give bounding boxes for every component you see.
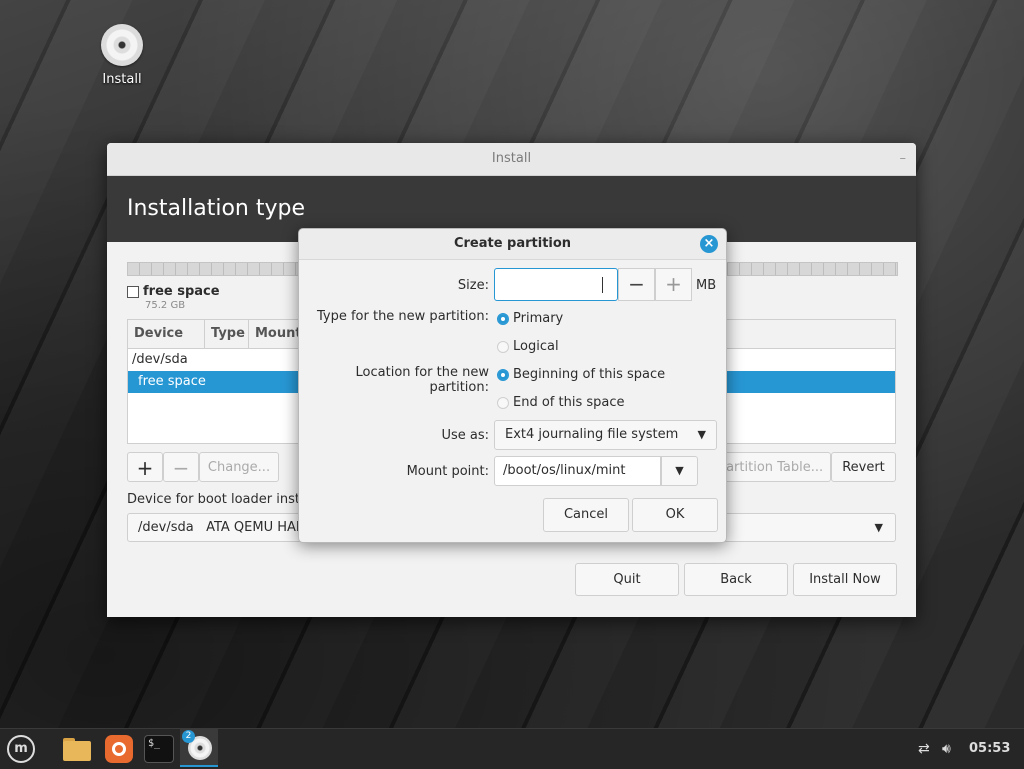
column-type[interactable]: Type: [205, 320, 249, 348]
revert-button[interactable]: Revert: [831, 452, 896, 482]
install-now-button[interactable]: Install Now: [793, 563, 897, 596]
radio-unselected-icon: [497, 340, 509, 353]
bootloader-label: Device for boot loader instal: [127, 492, 312, 507]
bootloader-value: /dev/sda ATA QEMU HAR: [138, 520, 305, 535]
size-increase-button[interactable]: +: [655, 268, 692, 301]
terminal-launcher[interactable]: $_: [143, 733, 175, 765]
files-launcher[interactable]: [62, 733, 94, 765]
new-partition-table-button[interactable]: Partition Table...: [711, 452, 831, 482]
mount-point-input[interactable]: /boot/os/linux/mint: [494, 456, 661, 486]
minimize-button[interactable]: –: [900, 143, 907, 175]
size-input[interactable]: [494, 268, 618, 301]
mount-point-label: Mount point:: [406, 464, 489, 479]
back-button[interactable]: Back: [684, 563, 788, 596]
legend-size: 75.2 GB: [145, 300, 186, 311]
firefox-launcher[interactable]: [103, 733, 135, 765]
install-task-button[interactable]: 2: [180, 729, 218, 767]
desktop-install-icon[interactable]: Install: [98, 24, 146, 87]
add-partition-button[interactable]: +: [127, 452, 163, 482]
type-label: Type for the new partition:: [316, 309, 489, 324]
create-partition-dialog: Create partition × Size: − + MB Type for…: [298, 228, 727, 543]
column-device[interactable]: Device: [128, 320, 205, 348]
chevron-down-icon: ▼: [697, 428, 706, 441]
remove-partition-button[interactable]: −: [163, 452, 199, 482]
use-as-label: Use as:: [441, 428, 489, 443]
change-partition-button[interactable]: Change...: [199, 452, 279, 482]
radio-label: Primary: [513, 311, 564, 326]
network-icon[interactable]: ⇄: [918, 729, 930, 769]
window-title: Install: [491, 151, 532, 166]
location-label: Location for the new partition:: [355, 365, 489, 395]
dialog-title: Create partition: [453, 236, 572, 251]
use-as-value: Ext4 journaling file system: [505, 427, 679, 442]
taskbar: m $_ 2 ⇄ 🔊︎ 05:53: [0, 728, 1024, 769]
quit-button[interactable]: Quit: [575, 563, 679, 596]
radio-unselected-icon: [497, 396, 509, 409]
close-icon[interactable]: ×: [700, 235, 718, 253]
chevron-down-icon: ▼: [874, 521, 883, 534]
text-caret: [602, 277, 603, 293]
dialog-titlebar[interactable]: Create partition ×: [299, 229, 726, 260]
radio-label: End of this space: [513, 395, 625, 410]
ok-button[interactable]: OK: [632, 498, 718, 532]
mount-point-dropdown-button[interactable]: ▼: [661, 456, 698, 486]
window-count-badge: 2: [182, 730, 195, 743]
legend-swatch: [127, 285, 139, 298]
desktop: Install Install – Installation type free…: [0, 0, 1024, 728]
radio-primary[interactable]: Primary: [497, 311, 563, 326]
size-decrease-button[interactable]: −: [618, 268, 655, 301]
cancel-button[interactable]: Cancel: [543, 498, 629, 532]
size-label: Size:: [457, 278, 489, 293]
radio-label: Beginning of this space: [513, 367, 666, 382]
clock[interactable]: 05:53: [969, 729, 1010, 769]
desktop-icon-label: Install: [102, 72, 142, 87]
size-unit: MB: [696, 278, 717, 293]
radio-selected-icon: [497, 312, 509, 325]
menu-button[interactable]: m: [7, 735, 35, 763]
volume-icon[interactable]: 🔊︎: [942, 729, 951, 769]
use-as-select[interactable]: Ext4 journaling file system ▼: [494, 420, 717, 450]
partition-legend: free space 75.2 GB: [127, 284, 220, 311]
radio-beginning[interactable]: Beginning of this space: [497, 367, 665, 382]
window-titlebar[interactable]: Install –: [107, 143, 916, 176]
legend-label: free space: [143, 284, 220, 299]
radio-logical[interactable]: Logical: [497, 339, 559, 354]
radio-selected-icon: [497, 368, 509, 381]
radio-label: Logical: [513, 339, 559, 354]
disc-icon: [101, 24, 143, 66]
radio-end[interactable]: End of this space: [497, 395, 625, 410]
terminal-icon: $_: [144, 735, 174, 763]
